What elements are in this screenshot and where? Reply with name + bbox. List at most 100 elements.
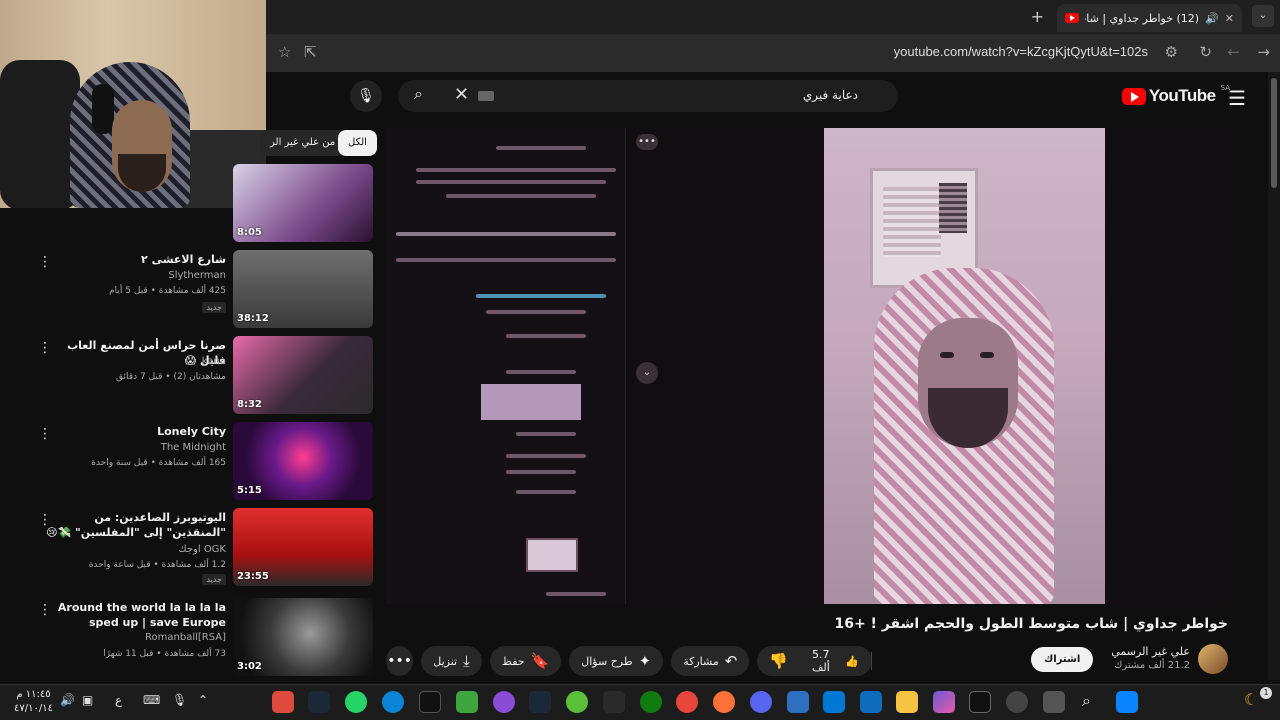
list-item[interactable]: 5:15 Lonely City The Midnight 165 ألف مش…: [0, 422, 380, 502]
close-tab-icon[interactable]: ✕: [1225, 12, 1234, 25]
utorrent-icon[interactable]: [566, 691, 588, 713]
subscribe-button[interactable]: اشتراك: [1031, 646, 1094, 672]
youtube-header: 🎙 ⌕ ✕ دعاية فيري YouTube SA ☰: [266, 72, 1280, 120]
list-item[interactable]: 38:12 شارع الاعشى ٢ Slytherman 425 ألف م…: [0, 250, 380, 330]
app-purple-icon[interactable]: [493, 691, 515, 713]
audio-icon[interactable]: 🔊: [1205, 12, 1219, 25]
video-thumbnail[interactable]: 3:02: [233, 598, 373, 676]
windows-start-icon[interactable]: [1116, 691, 1138, 713]
address-bar: ☆ ⇱ youtube.com/watch?v=kZcgKjtQytU&t=10…: [266, 34, 1280, 72]
voice-search-icon[interactable]: 🎙: [350, 80, 382, 112]
chip-from-channel[interactable]: من علي غير الر: [260, 130, 346, 156]
list-item[interactable]: 23:55 اليوتيوبرز الصاعدين: من "المنقذين"…: [0, 508, 380, 588]
bookmark-icon: 🔖: [530, 652, 550, 670]
search-input[interactable]: دعاية فيري: [803, 88, 858, 102]
back-icon[interactable]: ←: [1227, 43, 1240, 61]
channel-row: علي غير الرسمي 21.2 ألف مشترك اشتراك: [1031, 644, 1228, 674]
firefox-icon[interactable]: [713, 691, 735, 713]
more-options-icon[interactable]: ⋮: [38, 512, 52, 528]
windows-taskbar: ١١:٤٥ م ٤٧/١٠/١٤ 🔊 ▣ ع ⌨ 🎙 ⌃ ⌕ ☾ 1: [0, 684, 1280, 720]
share-page-icon[interactable]: ⇱: [304, 43, 317, 61]
video-thumbnail[interactable]: 5:15: [233, 422, 373, 500]
ask-button[interactable]: طرح سؤال ✦: [569, 646, 664, 676]
download-icon: ⤓: [463, 652, 470, 670]
save-button[interactable]: حفظ 🔖: [489, 646, 562, 676]
search-icon[interactable]: ⌕: [414, 84, 423, 104]
app-window-icon[interactable]: [787, 691, 809, 713]
weather-moon-icon[interactable]: ☾: [1244, 690, 1258, 709]
video-thumbnail[interactable]: 8:05: [233, 164, 373, 242]
clear-search-icon[interactable]: ✕: [454, 84, 469, 105]
xbox-icon[interactable]: [640, 691, 662, 713]
store-icon[interactable]: [860, 691, 882, 713]
channel-name[interactable]: علي غير الرسمي: [1111, 645, 1190, 659]
steam-icon[interactable]: [308, 691, 330, 713]
network-icon[interactable]: ▣: [82, 693, 93, 707]
headset: [92, 84, 114, 134]
chrome-icon[interactable]: [272, 691, 294, 713]
capcut-icon[interactable]: [419, 691, 441, 713]
video-thumbnail[interactable]: 38:12: [233, 250, 373, 328]
hamburger-menu-icon[interactable]: ☰: [1228, 86, 1246, 110]
notification-badge[interactable]: 1: [1260, 687, 1272, 699]
task-view-icon[interactable]: [1043, 691, 1065, 713]
tab-list-icon[interactable]: ⌄: [1252, 5, 1274, 27]
blurred-image: [481, 384, 581, 420]
video-screen-recording: [386, 128, 626, 604]
youtube-play-icon: [1121, 87, 1146, 105]
obs-icon[interactable]: [1006, 691, 1028, 713]
reload-icon[interactable]: ↻: [1199, 43, 1212, 61]
more-actions-button[interactable]: •••: [386, 646, 414, 676]
share-icon: ↶: [724, 652, 738, 670]
browser-tab[interactable]: ✕ 🔊 (12) خواطر جداوي | شاب متو: [1057, 4, 1242, 32]
list-item[interactable]: 8:05: [0, 164, 380, 244]
page-scrollbar[interactable]: [1268, 72, 1280, 680]
edge-icon[interactable]: [382, 691, 404, 713]
more-options-icon[interactable]: ⋮: [38, 340, 52, 356]
tray-overflow-icon[interactable]: ⌃: [198, 693, 208, 707]
forward-icon[interactable]: →: [1257, 43, 1270, 61]
steam-icon-2[interactable]: [529, 691, 551, 713]
list-item[interactable]: 8:32 صرنا حراس أمن لمصنع العاب فليل 😱 ka…: [0, 336, 380, 416]
url-field[interactable]: youtube.com/watch?v=kZcgKjtQytU&t=102s: [894, 44, 1148, 59]
keyboard-icon[interactable]: [478, 91, 494, 101]
chrome-icon-2[interactable]: [676, 691, 698, 713]
taskbar-clock[interactable]: ١١:٤٥ م ٤٧/١٠/١٤: [14, 688, 53, 716]
list-item[interactable]: 3:02 Around the world la la la la sped u…: [0, 598, 380, 678]
more-options-icon[interactable]: ⋮: [38, 254, 52, 270]
dislike-icon[interactable]: 👎: [757, 652, 800, 670]
whatsapp-icon[interactable]: [345, 691, 367, 713]
channel-avatar[interactable]: [1198, 644, 1228, 674]
copilot-icon[interactable]: [933, 691, 955, 713]
video-thumbnail[interactable]: 23:55: [233, 508, 373, 586]
outlook-icon[interactable]: [823, 691, 845, 713]
thumbnail-card: [526, 538, 578, 572]
more-options-icon[interactable]: ⋮: [38, 602, 52, 618]
video-thumbnail[interactable]: 8:32: [233, 336, 373, 414]
share-button[interactable]: مشاركة ↶: [671, 646, 750, 676]
keyboard-icon[interactable]: ⌨: [143, 693, 160, 707]
volume-icon[interactable]: 🔊: [60, 693, 75, 707]
video-actions: ••• تنزيل ⤓ حفظ 🔖 طرح سؤال ✦ مشاركة ↶ 👎 5.7 …: [386, 646, 872, 676]
site-settings-icon[interactable]: ⚙: [1165, 43, 1178, 61]
search-box[interactable]: ⌕ ✕ دعاية فيري: [398, 80, 898, 112]
minecraft-icon[interactable]: [456, 691, 478, 713]
man-face: [918, 318, 1018, 448]
video-title: خواطر جداوي | شاب متوسط الطول والحجم اشق…: [834, 616, 1228, 632]
app-grid-icon[interactable]: [603, 691, 625, 713]
more-options-icon[interactable]: ⋮: [38, 426, 52, 442]
download-button[interactable]: تنزيل ⤓: [421, 646, 482, 676]
language-indicator[interactable]: ع: [115, 693, 122, 707]
bookmark-star-icon[interactable]: ☆: [278, 43, 291, 61]
file-explorer-icon[interactable]: [896, 691, 918, 713]
youtube-logo[interactable]: YouTube SA: [1121, 84, 1230, 106]
like-button[interactable]: 5.7 ألف 👍: [800, 648, 872, 674]
search-taskbar-icon[interactable]: ⌕: [1082, 691, 1091, 711]
more-dots-icon: •••: [636, 134, 658, 150]
capcut-icon-2[interactable]: [969, 691, 991, 713]
mic-tray-icon[interactable]: 🎙: [172, 693, 187, 707]
chip-all[interactable]: الكل: [338, 130, 377, 156]
new-tab-button[interactable]: +: [1031, 7, 1044, 26]
video-player[interactable]: ••• ⌄: [386, 128, 1228, 604]
discord-icon[interactable]: [750, 691, 772, 713]
